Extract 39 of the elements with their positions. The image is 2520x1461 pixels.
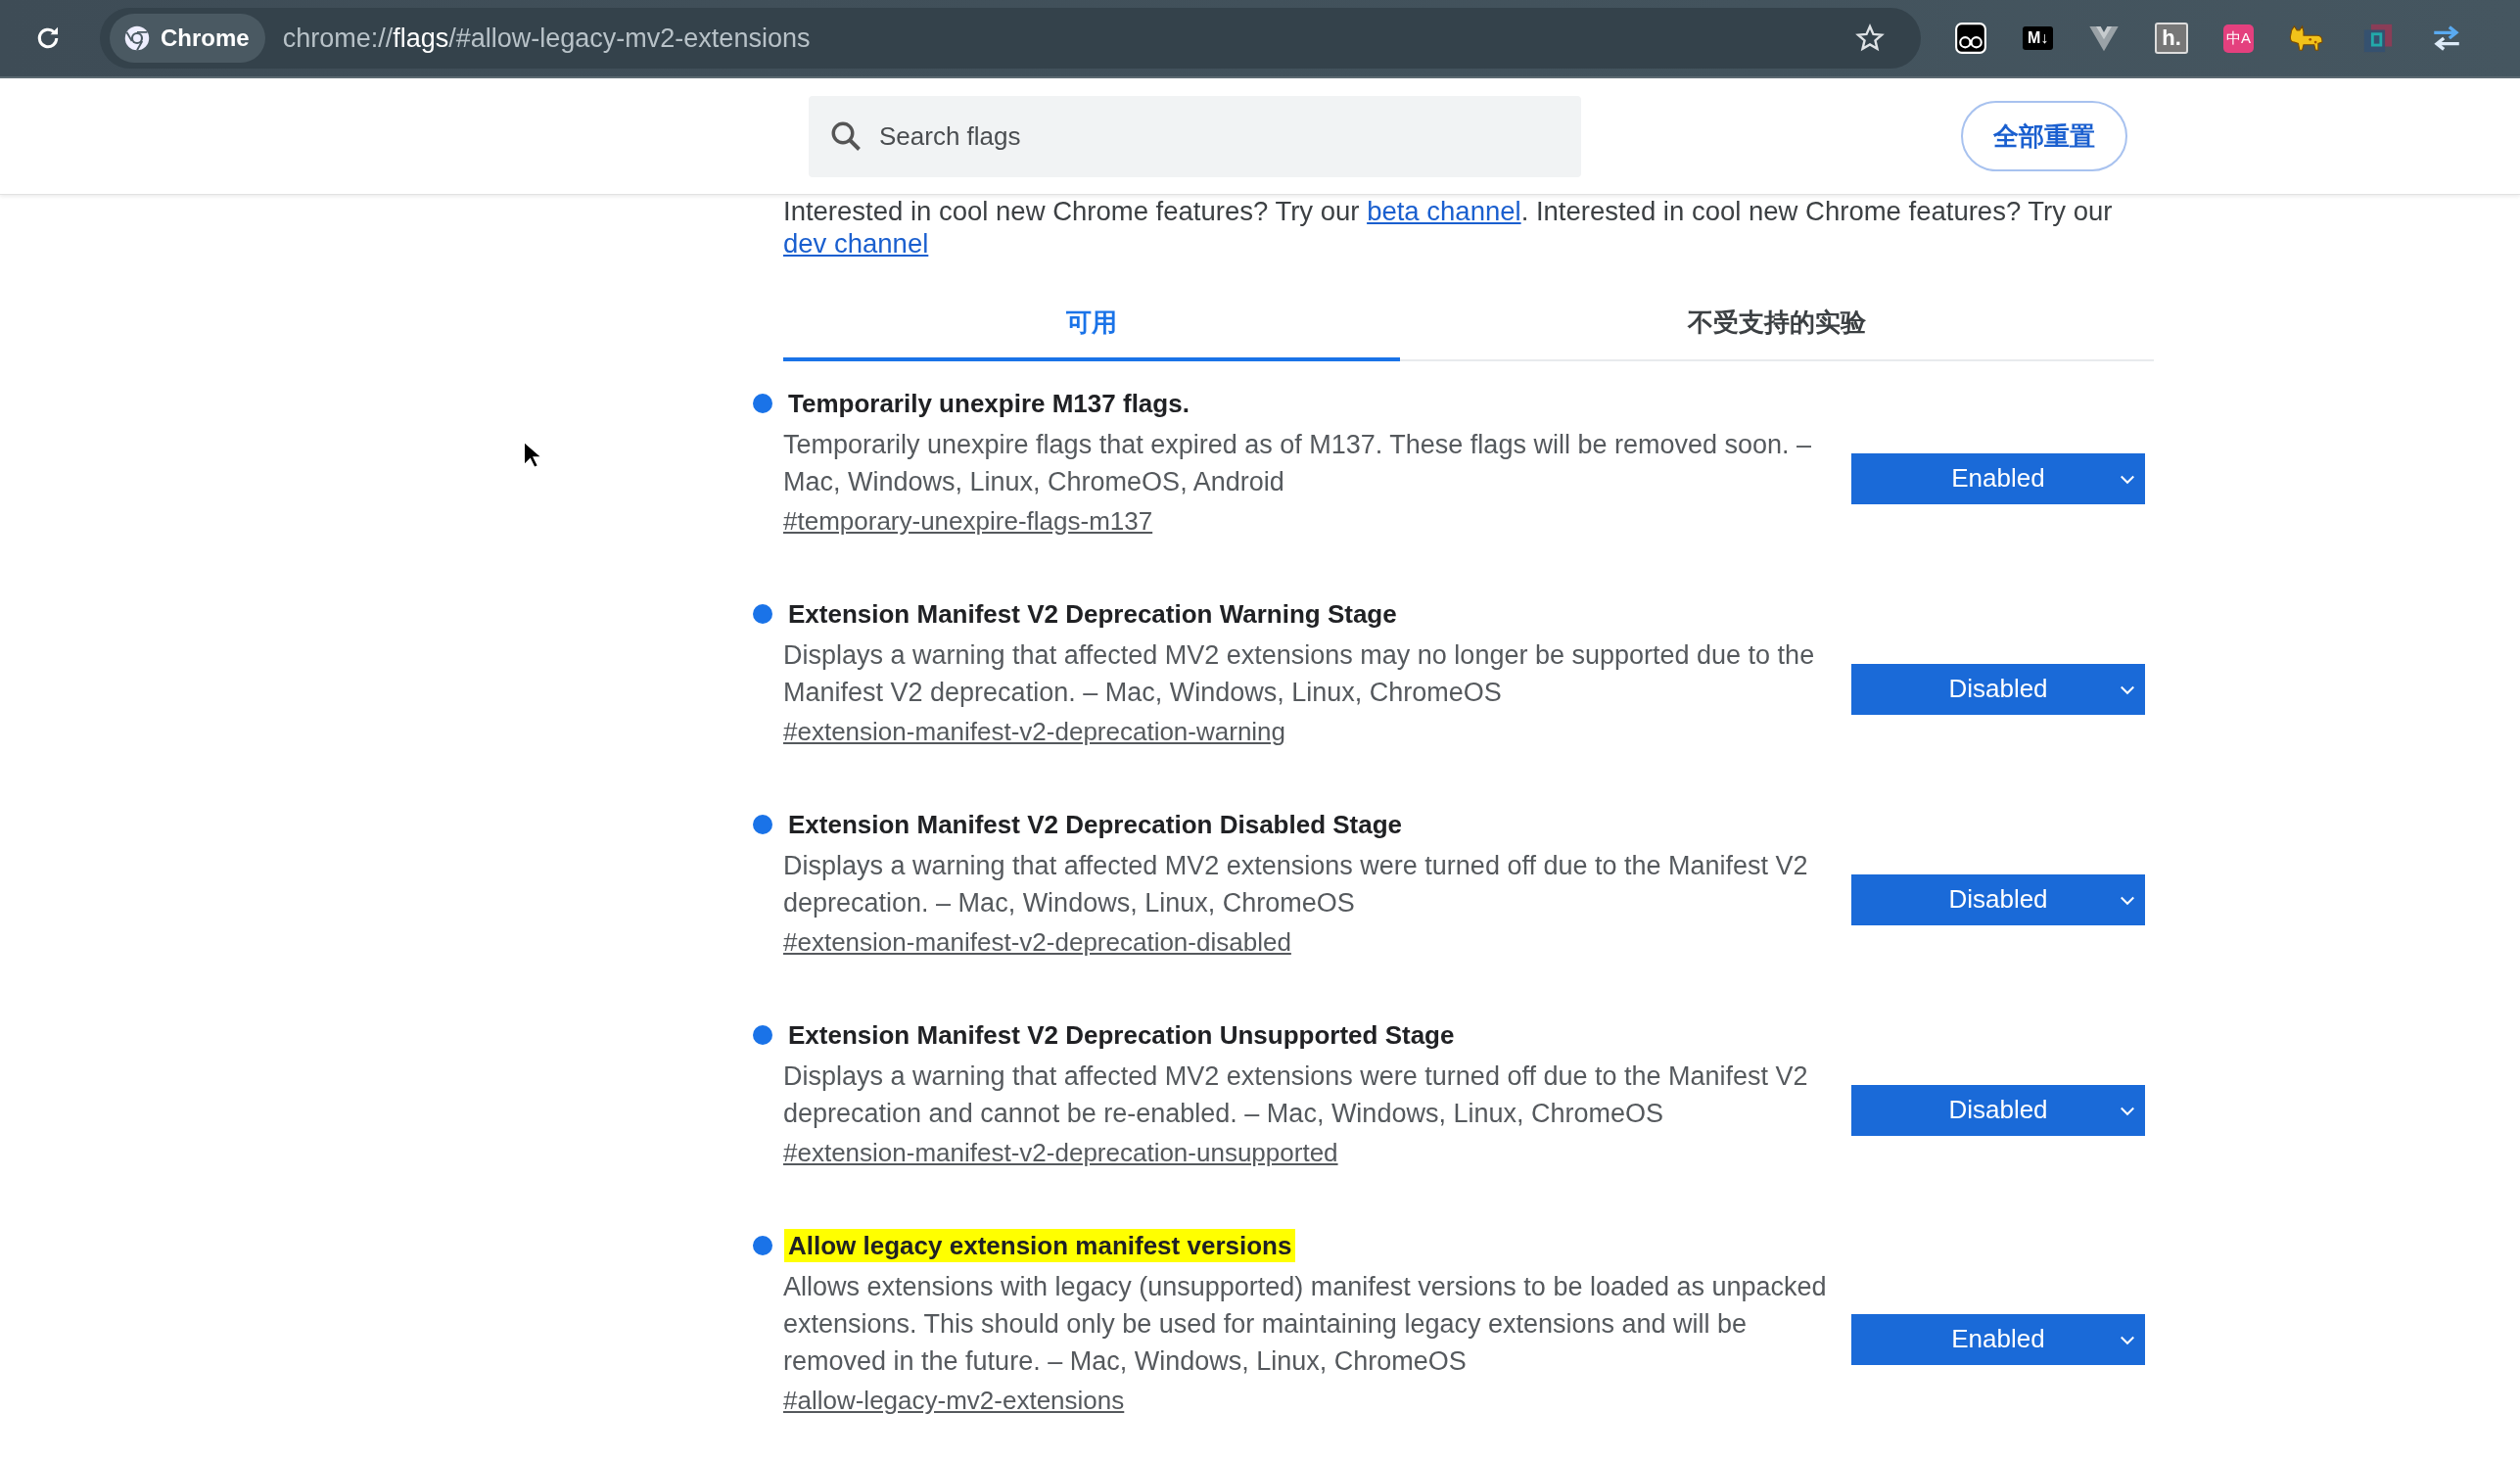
- flag-description: Temporarily unexpire flags that expired as of M137. These flags will be removed soon. – Mac, Windows, Linux, ChromeOS, Android: [783, 429, 1813, 498]
- flag-description: Displays a warning that affected MV2 extensions were turned off due to the Manifest V2 deprecation and cannot be re-enabled. – Mac, Windows, Linux, ChromeOS: [783, 1060, 1809, 1130]
- flag-title: Extension Manifest V2 Deprecation Disabled Stage: [787, 809, 1404, 841]
- flag-state-dropdown[interactable]: Disabled: [1851, 1084, 2145, 1136]
- flag-anchor-link[interactable]: #extension-manifest-v2-deprecation-unsupported: [783, 1138, 1338, 1168]
- flag-state-dropdown[interactable]: Enabled: [1851, 1313, 2145, 1365]
- tab[interactable]: 不受支持的实验: [1400, 287, 2154, 361]
- flag-title: Extension Manifest V2 Deprecation Warning Stage: [787, 598, 1398, 631]
- flag-description: Displays a warning that affected MV2 extensions may no longer be supported due to the Manifest V2 deprecation. – Mac, Windows, Linux, ChromeOS: [783, 639, 1816, 709]
- markdown-icon[interactable]: M↓: [2023, 26, 2054, 50]
- flag-state-dropdown[interactable]: Enabled: [1851, 452, 2145, 504]
- address-bar[interactable]: Chrome chrome://flags/#allow-legacy-mv2-extensions: [100, 8, 1921, 69]
- flag-state-dropdown[interactable]: Disabled: [1851, 663, 2145, 715]
- flag-description: Allows extensions with legacy (unsupported) manifest versions to be loaded as unpacked extensions. This should only be used for maintaining legacy extensions and will be removed in the future. – Mac, Windows, Linux, ChromeOS: [783, 1271, 1828, 1378]
- flag-title: Temporarily unexpire M137 flags.: [787, 388, 1190, 420]
- url-text: chrome://flags/#allow-legacy-mv2-extensions: [282, 23, 812, 54]
- flag-description: Displays a warning that affected MV2 extensions were turned off due to the Manifest V2 deprecation. – Mac, Windows, Linux, ChromeOS: [783, 850, 1809, 919]
- channel-link[interactable]: beta channel: [1367, 196, 1521, 226]
- cat-icon[interactable]: [2288, 24, 2326, 52]
- tab[interactable]: 可用: [783, 287, 1400, 361]
- flag-anchor-link[interactable]: #extension-manifest-v2-deprecation-warning: [783, 717, 1286, 747]
- translate-icon[interactable]: 中A: [2222, 24, 2254, 53]
- search-bar[interactable]: Search flags: [809, 95, 1581, 177]
- channel-link[interactable]: dev channel: [783, 228, 929, 259]
- site-chip[interactable]: Chrome: [110, 14, 265, 63]
- flag-state-dropdown[interactable]: Disabled: [1851, 873, 2145, 925]
- reset-all-button[interactable]: 全部重置: [1961, 101, 2127, 171]
- browser-logo-icon: [123, 24, 151, 52]
- flag-anchor-link[interactable]: #temporary-unexpire-flags-m137: [783, 506, 1153, 537]
- bookmark-star-icon[interactable]: [1854, 23, 1886, 54]
- intro-paragraph: Interested in cool new Chrome features? Try our beta channel. Interested in cool new Chrome features? Try our dev channel: [783, 195, 2114, 259]
- glasses-icon[interactable]: [1954, 22, 1987, 55]
- flag-anchor-link[interactable]: #extension-manifest-v2-deprecation-disabled: [783, 927, 1291, 958]
- flag-title: Extension Manifest V2 Deprecation Unsupported Stage: [787, 1019, 1456, 1052]
- flag-anchor-link[interactable]: #allow-legacy-mv2-extensions: [783, 1386, 1125, 1416]
- speech-bubble-icon[interactable]: h.: [2155, 23, 2188, 54]
- flag-title: Allow legacy extension manifest versions: [784, 1229, 1296, 1262]
- search-field[interactable]: Search flags: [877, 119, 1581, 153]
- mouse-cursor-icon: [523, 441, 542, 470]
